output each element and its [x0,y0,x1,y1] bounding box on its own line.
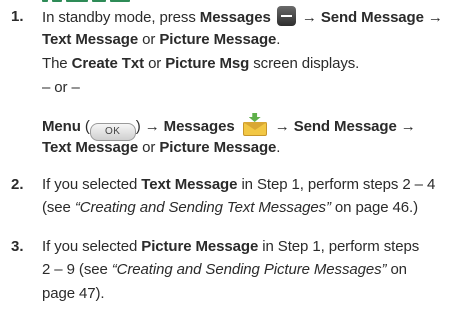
step-line: If you selected Text Message in Step 1, … [42,176,436,193]
step-number: 3. [11,238,24,255]
step-line: Text Message or Picture Message. [42,31,281,48]
step-line: 2 – 9 (see “Creating and Sending Picture… [42,261,407,278]
cropped-heading-strip [0,0,472,2]
step-line: In standby mode, press Messages → Send M… [42,6,443,28]
cross-reference: “Creating and Sending Text Messages” [74,199,331,216]
messages-envelope-icon [241,113,269,137]
step-number: 1. [11,8,24,25]
minus-key-icon [276,6,296,26]
step-line: page 47). [42,285,105,302]
step-line: If you selected Picture Message in Step … [42,238,420,255]
step-line: (see “Creating and Sending Text Messages… [42,199,418,216]
or-separator: – or – [42,79,80,96]
step-line: The Create Txt or Picture Msg screen dis… [42,55,360,72]
step-number: 2. [11,176,24,193]
step-line: Text Message or Picture Message. [42,139,281,156]
cross-reference: “Creating and Sending Picture Messages” [111,261,387,278]
